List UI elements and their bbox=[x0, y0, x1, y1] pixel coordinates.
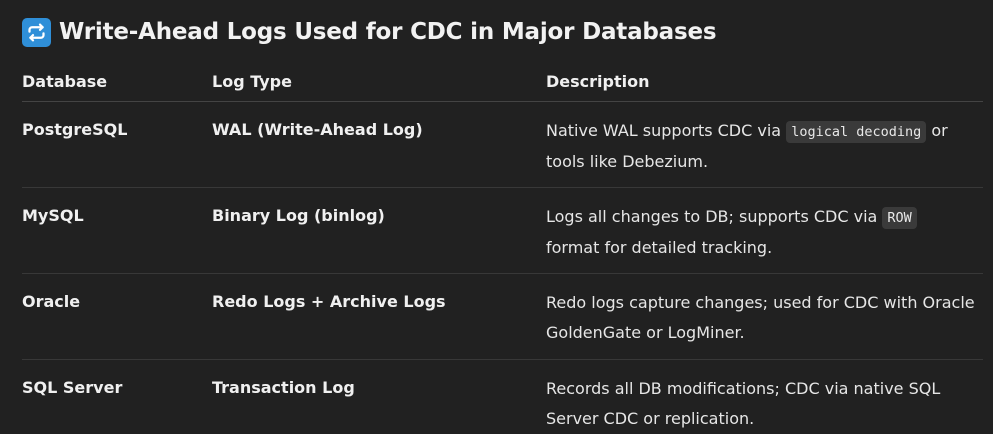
page-title: Write-Ahead Logs Used for CDC in Major D… bbox=[59, 19, 717, 45]
log-type-cell: Redo Logs + Archive Logs bbox=[212, 273, 546, 360]
inline-code: logical decoding bbox=[786, 121, 927, 143]
table-row: MySQL Binary Log (binlog) Logs all chang… bbox=[22, 187, 983, 274]
section-heading: Write-Ahead Logs Used for CDC in Major D… bbox=[22, 14, 717, 50]
log-type-cell: Binary Log (binlog) bbox=[212, 187, 546, 274]
description-text: Records all DB modifications; CDC via na… bbox=[546, 379, 941, 428]
table-row: SQL Server Transaction Log Records all D… bbox=[22, 360, 983, 434]
cdc-logs-table: Database Log Type Description PostgreSQL… bbox=[22, 62, 983, 434]
description-text: format for detailed tracking. bbox=[546, 238, 773, 257]
description-text: Redo logs capture changes; used for CDC … bbox=[546, 293, 975, 342]
log-type-cell: WAL (Write-Ahead Log) bbox=[212, 101, 546, 188]
column-header-database: Database bbox=[22, 62, 212, 102]
description-cell: Redo logs capture changes; used for CDC … bbox=[546, 273, 983, 360]
inline-code: ROW bbox=[882, 207, 917, 229]
database-cell: SQL Server bbox=[22, 378, 123, 397]
log-type-cell: Transaction Log bbox=[212, 378, 355, 397]
page: Write-Ahead Logs Used for CDC in Major D… bbox=[0, 0, 993, 434]
description-cell: Native WAL supports CDC via logical deco… bbox=[546, 101, 983, 188]
description-text: Logs all changes to DB; supports CDC via bbox=[546, 207, 883, 226]
column-header-description: Description bbox=[546, 62, 983, 102]
repeat-arrows-icon bbox=[22, 17, 51, 47]
database-cell: Oracle bbox=[22, 273, 212, 360]
description-text: Native WAL supports CDC via bbox=[546, 121, 787, 140]
description-cell: Logs all changes to DB; supports CDC via… bbox=[546, 187, 983, 274]
table-header-row: Database Log Type Description bbox=[22, 62, 983, 102]
column-header-log-type: Log Type bbox=[212, 62, 546, 102]
table-row: Oracle Redo Logs + Archive Logs Redo log… bbox=[22, 273, 983, 360]
database-cell: PostgreSQL bbox=[22, 101, 212, 188]
table-row: PostgreSQL WAL (Write-Ahead Log) Native … bbox=[22, 101, 983, 188]
description-cell: Records all DB modifications; CDC via na… bbox=[546, 360, 983, 434]
database-cell: MySQL bbox=[22, 187, 212, 274]
